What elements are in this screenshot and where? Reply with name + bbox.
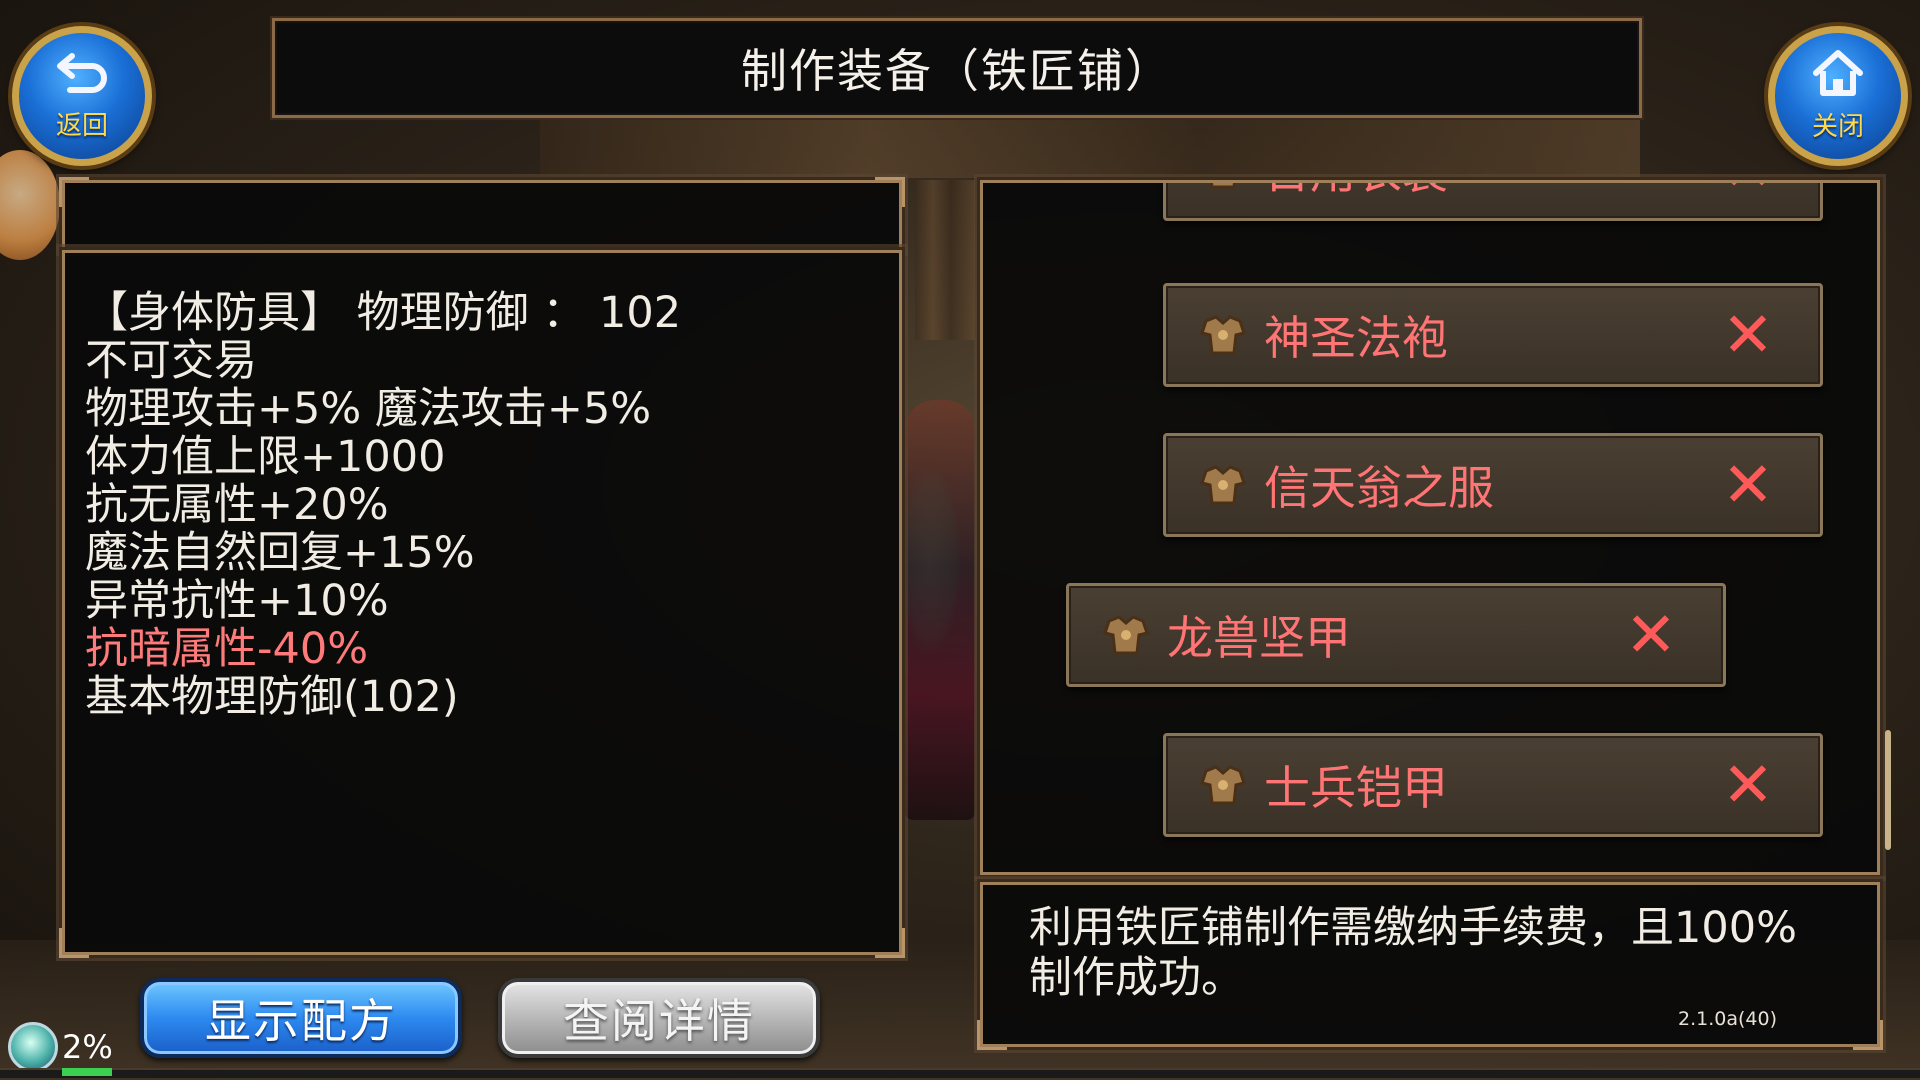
item-stat-line: 体力值上限+1000	[85, 432, 446, 482]
unavailable-x-icon: ✕	[1722, 183, 1774, 200]
exp-orb-icon	[8, 1022, 58, 1072]
back-label: 返回	[55, 111, 108, 141]
recipe-item[interactable]: 士兵铠甲 ✕	[1163, 733, 1823, 837]
frame-corner	[59, 928, 89, 958]
home-icon	[1810, 49, 1866, 106]
return-arrow-icon	[54, 50, 110, 105]
armor-icon	[1196, 460, 1250, 510]
armor-icon	[1196, 310, 1250, 360]
unavailable-x-icon: ✕	[1722, 298, 1774, 371]
recipe-item[interactable]: 信天翁之服 ✕	[1163, 433, 1823, 537]
item-stat-header: 【身体防具】 物理防御 ： 102	[85, 288, 682, 338]
item-stat-line: 抗无属性+20%	[85, 480, 389, 530]
background-bookshelf	[540, 118, 1640, 178]
recipe-item[interactable]: 神圣法袍 ✕	[1163, 283, 1823, 387]
background-bookshelf-column	[915, 180, 975, 340]
item-stat-line: 物理攻击+5% 魔法攻击+5%	[85, 384, 652, 434]
item-stat-line: 不可交易	[85, 336, 257, 386]
title-bar: 制作装备（铁匠铺）	[270, 16, 1644, 120]
frame-corner	[1853, 1020, 1883, 1050]
armor-icon	[1196, 760, 1250, 810]
armor-icon	[1196, 183, 1250, 194]
item-stats-list: 【身体防具】 物理防御 ： 102 不可交易 物理攻击+5% 魔法攻击+5% 体…	[85, 289, 681, 721]
item-panel-header	[59, 177, 905, 253]
close-label: 关闭	[1811, 112, 1864, 142]
frame-corner	[1853, 183, 1877, 207]
item-stat-line-negative: 抗暗属性-40%	[85, 624, 369, 674]
exp-percent: 2%	[62, 1028, 113, 1066]
background-npc-figure	[905, 400, 975, 820]
item-stats-panel: 【身体防具】 物理防御 ： 102 不可交易 物理攻击+5% 魔法攻击+5% 体…	[59, 247, 905, 958]
info-panel: 利用铁匠铺制作需缴纳手续费，且100%制作成功。 2.1.0a(40)	[977, 879, 1883, 1050]
recipe-item[interactable]: 日用衣装 ✕	[1163, 183, 1823, 221]
page-title: 制作装备（铁匠铺）	[741, 44, 1173, 98]
recipe-name: 日用衣装	[1264, 183, 1722, 202]
recipe-name: 神圣法袍	[1264, 311, 1448, 365]
armor-icon	[1099, 610, 1153, 660]
frame-corner	[59, 177, 89, 207]
recipe-item-selected[interactable]: 龙兽坚甲 ✕	[1066, 583, 1726, 687]
side-orb-icon	[0, 150, 60, 260]
close-button[interactable]: 关闭	[1768, 26, 1908, 166]
recipe-name: 信天翁之服	[1264, 461, 1494, 515]
item-stat-line: 异常抗性+10%	[85, 576, 389, 626]
version-label: 2.1.0a(40)	[1678, 1008, 1777, 1030]
fee-info-text: 利用铁匠铺制作需缴纳手续费，且100%制作成功。	[1029, 903, 1797, 1003]
view-detail-button[interactable]: 查阅详情	[498, 978, 820, 1058]
recipe-name: 士兵铠甲	[1264, 761, 1448, 815]
item-stat-line: 魔法自然回复+15%	[85, 528, 475, 578]
frame-corner	[983, 183, 1007, 207]
recipe-list-panel[interactable]: 日用衣装 ✕ 神圣法袍 ✕ 信天翁之服 ✕ 龙兽坚甲 ✕ 士兵铠甲 ✕	[977, 177, 1883, 878]
frame-corner	[977, 1020, 1007, 1050]
unavailable-x-icon: ✕	[1625, 598, 1677, 671]
recipe-name: 龙兽坚甲	[1167, 611, 1351, 665]
back-button[interactable]: 返回	[12, 26, 152, 166]
unavailable-x-icon: ✕	[1722, 748, 1774, 821]
frame-corner	[875, 928, 905, 958]
exp-bar-track	[0, 1068, 1920, 1078]
item-stat-line: 基本物理防御(102)	[85, 672, 459, 722]
frame-corner	[875, 177, 905, 207]
exp-bar-fill	[62, 1068, 112, 1076]
unavailable-x-icon: ✕	[1722, 448, 1774, 521]
show-recipe-button[interactable]: 显示配方	[140, 978, 462, 1058]
recipe-list-scrollbar[interactable]	[1885, 730, 1891, 850]
